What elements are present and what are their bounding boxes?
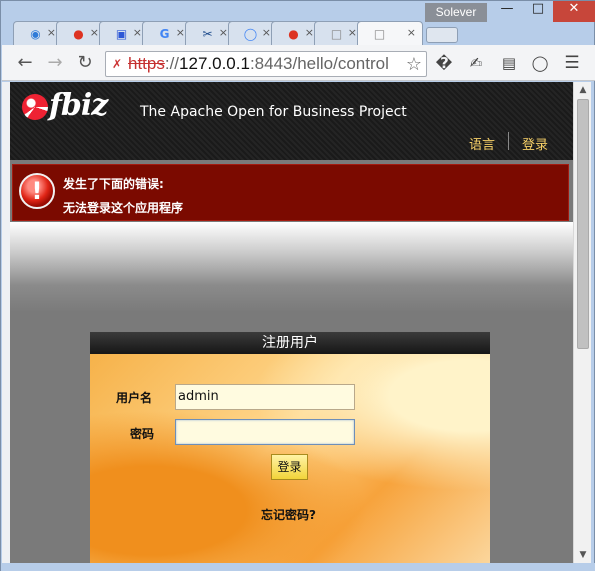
tab-close-icon[interactable]: × — [90, 26, 99, 39]
reader-icon[interactable]: ▤ — [499, 53, 519, 73]
browser-window: Solever — □ ✕ ◉ × ● × ▣ × G × ✂ × ◯ × ● × □ × □ ×… — [0, 0, 595, 571]
menu-icon[interactable]: ☰ — [562, 53, 582, 73]
blank-page-icon: □ — [330, 27, 343, 41]
password-input[interactable] — [175, 419, 355, 445]
tab-close-icon[interactable]: × — [219, 26, 228, 39]
scroll-thumb[interactable] — [577, 99, 589, 349]
header-tagline: The Apache Open for Business Project — [140, 104, 407, 120]
scroll-up-icon[interactable]: ▲ — [578, 85, 588, 95]
google-icon: G — [159, 27, 170, 41]
ofbiz-header: fbiz The Apache Open for Business Projec… — [10, 82, 573, 160]
address-bar[interactable]: ✗ https://127.0.0.1:8443/hello/control ☆ — [105, 51, 427, 77]
tab-close-icon[interactable]: × — [407, 26, 416, 39]
page-viewport: fbiz The Apache Open for Business Projec… — [2, 82, 573, 563]
error-message: 无法登录这个应用程序 — [63, 201, 184, 215]
url-sep: :// — [164, 54, 180, 73]
language-link[interactable]: 语言 — [469, 134, 495, 153]
header-divider — [508, 132, 509, 150]
record-icon[interactable]: ◯ — [530, 53, 550, 73]
username-input[interactable]: admin — [175, 384, 355, 410]
baidu-paw-icon: ▣ — [115, 27, 128, 41]
page-left-gutter — [2, 82, 10, 563]
ofbiz-icon: ● — [73, 27, 84, 41]
tab-close-icon[interactable]: × — [176, 26, 185, 39]
tab-close-icon[interactable]: × — [262, 26, 271, 39]
scissors-icon: ✂ — [202, 27, 213, 41]
ofbiz-logo[interactable]: fbiz — [22, 88, 108, 123]
ofbiz-icon: ● — [288, 27, 299, 41]
forgot-password-link[interactable]: 忘记密码? — [261, 506, 316, 523]
insecure-lock-icon[interactable]: ✗ — [112, 57, 126, 71]
tab-strip: ◉ × ● × ▣ × G × ✂ × ◯ × ● × □ × □ × — [13, 21, 493, 47]
gradient-band — [10, 222, 573, 312]
login-form: 用户名 admin 密码 登录 忘记密码? — [90, 354, 490, 563]
error-title: 发生了下面的错误: — [63, 177, 164, 191]
scroll-down-icon[interactable]: ▼ — [578, 550, 588, 560]
maximize-icon[interactable]: □ — [523, 1, 553, 22]
url-host: 127.0.0.1 — [179, 54, 250, 73]
tab-close-icon[interactable]: × — [348, 26, 357, 39]
error-icon — [19, 173, 55, 209]
blank-page-icon: □ — [373, 27, 386, 41]
tab-close-icon[interactable]: × — [133, 26, 142, 39]
reload-icon[interactable]: ↻ — [74, 53, 96, 73]
title-bar: Solever — □ ✕ ◉ × ● × ▣ × G × ✂ × ◯ × ● × □ × □ × — [1, 1, 595, 47]
error-message-box: 发生了下面的错误: 无法登录这个应用程序 — [12, 164, 569, 221]
back-arrow-icon[interactable]: ← — [14, 53, 36, 73]
login-heading: 注册用户 — [90, 332, 490, 354]
eyedropper-icon[interactable]: ✍ — [466, 53, 486, 73]
url-path: :8443/hello/control — [249, 54, 389, 73]
loading-spinner-icon: ◯ — [243, 27, 258, 41]
url-scheme: https — [128, 54, 165, 73]
close-icon[interactable]: ✕ — [553, 1, 595, 22]
vertical-scrollbar[interactable]: ▲ ▼ — [573, 82, 591, 563]
tab-close-icon[interactable]: × — [47, 26, 56, 39]
username-label: 用户名 — [116, 391, 153, 405]
url-text[interactable]: https://127.0.0.1:8443/hello/control — [128, 54, 389, 74]
login-panel: 注册用户 用户名 admin 密码 登录 忘记密码? — [90, 332, 490, 563]
minimize-icon[interactable]: — — [491, 1, 523, 22]
forward-arrow-icon[interactable]: → — [44, 53, 66, 73]
tab-close-icon[interactable]: × — [305, 26, 314, 39]
browser-toolbar: ← → ↻ ✗ https://127.0.0.1:8443/hello/con… — [2, 45, 595, 81]
logo-text: fbiz — [49, 88, 108, 123]
new-tab-button[interactable] — [426, 27, 458, 43]
window-bottom-border — [1, 563, 595, 571]
unknown-glyph-icon[interactable]: � — [434, 53, 454, 73]
profile-badge[interactable]: Solever — [425, 3, 487, 22]
tab-active[interactable]: □ × — [357, 21, 423, 47]
password-label: 密码 — [130, 427, 155, 441]
login-submit-button[interactable]: 登录 — [271, 454, 308, 480]
chrome-icon: ◉ — [30, 27, 41, 41]
star-icon[interactable]: ☆ — [406, 54, 422, 75]
login-link[interactable]: 登录 — [522, 134, 548, 153]
ofbiz-logo-icon — [22, 94, 48, 120]
